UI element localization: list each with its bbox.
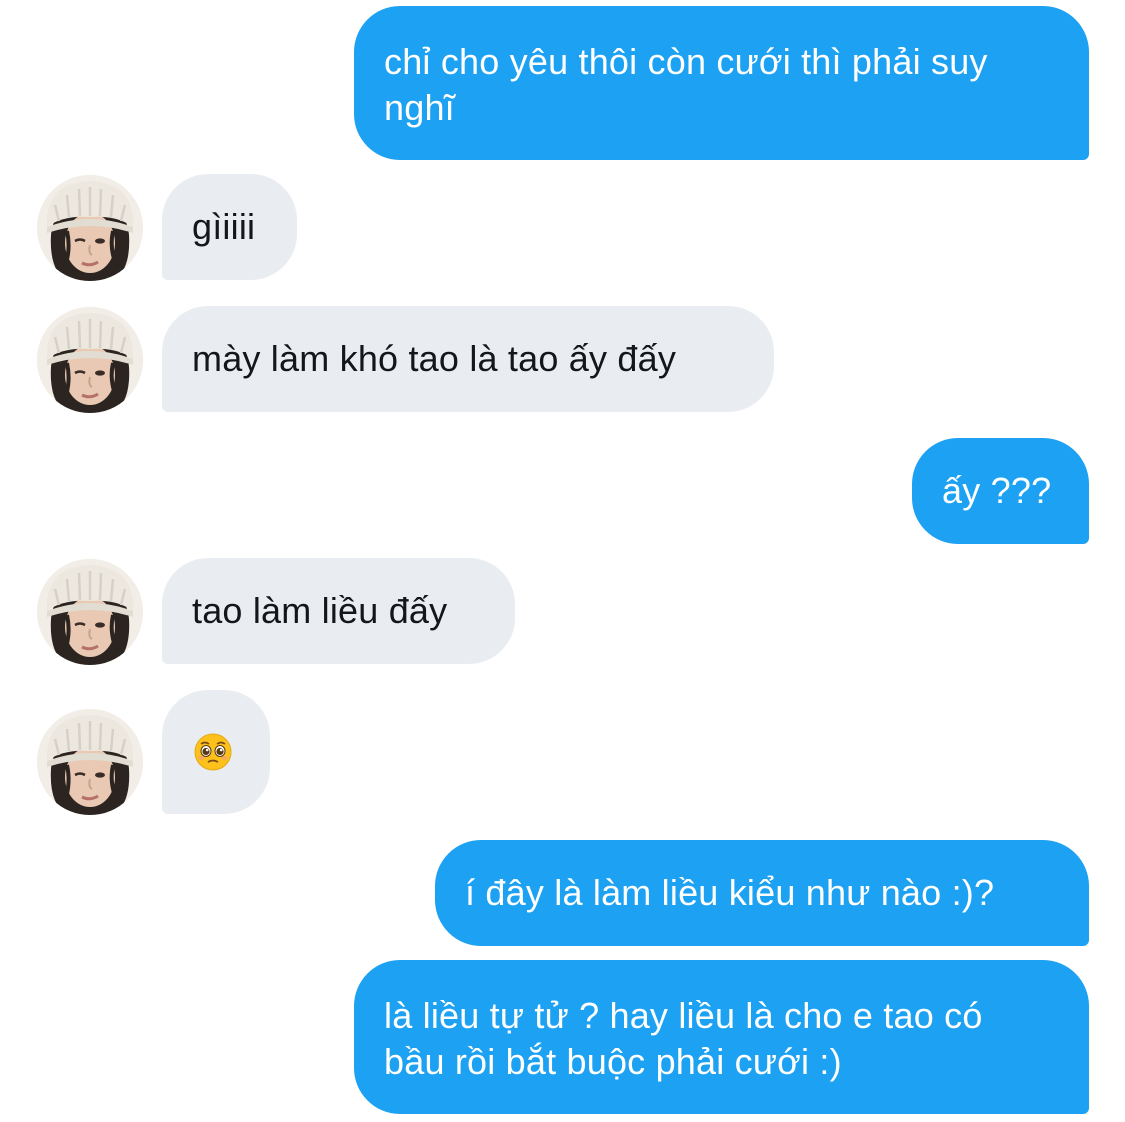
- message-bubble-received[interactable]: mày làm khó tao là tao ấy đấy: [162, 306, 774, 412]
- avatar-image: [37, 709, 143, 815]
- avatar-image: [37, 559, 143, 665]
- avatar[interactable]: [37, 709, 143, 815]
- message-bubble-sent[interactable]: chỉ cho yêu thôi còn cưới thì phải suy n…: [354, 6, 1089, 160]
- message-bubble-sent[interactable]: í đây là làm liều kiểu như nào :)?: [435, 840, 1089, 946]
- message-text: là liều tự tử ? hay liều là cho e tao có…: [384, 995, 993, 1082]
- pleading-face-emoji-icon: [194, 733, 232, 771]
- message-text: mày làm khó tao là tao ấy đấy: [192, 338, 677, 379]
- message-text: chỉ cho yêu thôi còn cưới thì phải suy n…: [384, 41, 998, 128]
- message-text: ấy ???: [942, 470, 1052, 511]
- message-text: tao làm liều đấy: [192, 590, 448, 631]
- avatar[interactable]: [37, 175, 143, 281]
- avatar[interactable]: [37, 307, 143, 413]
- message-bubble-received[interactable]: tao làm liều đấy: [162, 558, 515, 664]
- message-bubble-sent[interactable]: là liều tự tử ? hay liều là cho e tao có…: [354, 960, 1089, 1114]
- message-text: í đây là làm liều kiểu như nào :)?: [465, 872, 995, 913]
- avatar-image: [37, 175, 143, 281]
- avatar-image: [37, 307, 143, 413]
- message-bubble-received[interactable]: [162, 690, 270, 814]
- message-bubble-received[interactable]: gìiiii: [162, 174, 297, 280]
- message-bubble-sent[interactable]: ấy ???: [912, 438, 1089, 544]
- avatar[interactable]: [37, 559, 143, 665]
- message-text: gìiiii: [192, 206, 256, 247]
